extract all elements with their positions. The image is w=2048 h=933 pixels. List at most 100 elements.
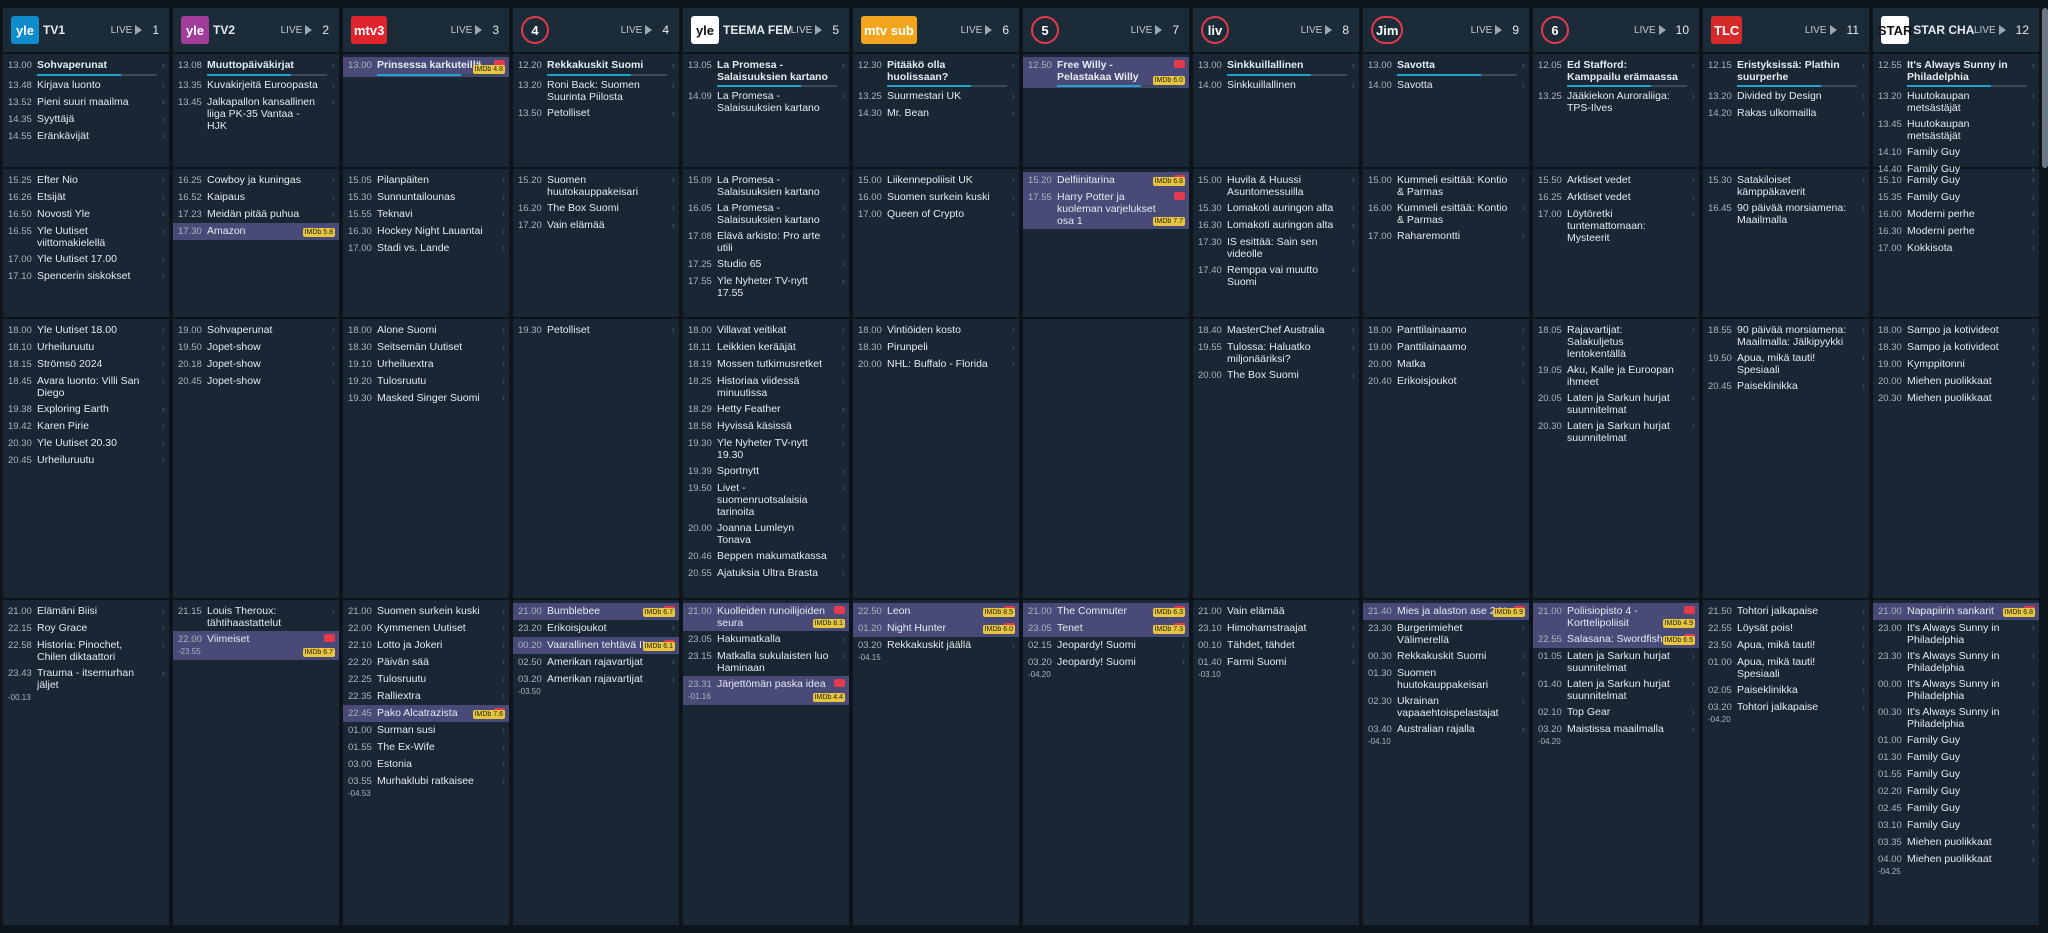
program-item[interactable]: 15.30 Satakiloiset kämppäkaverit › bbox=[1703, 172, 1869, 200]
program-item[interactable]: 17.25 Studio 65 › bbox=[683, 256, 849, 273]
program-item[interactable]: 13.45 Jalkapallon kansallinen liiga PK-35… bbox=[173, 94, 339, 134]
program-item[interactable]: 15.55 Teknavi › bbox=[343, 206, 509, 223]
program-item[interactable]: 22.50 Leon IMDb 8.5 bbox=[853, 603, 1019, 620]
program-item[interactable]: 23.20 Erikoisjoukot › bbox=[513, 620, 679, 637]
program-item[interactable]: 15.20 Delfiinitarina IMDb 6.8 bbox=[1023, 172, 1189, 189]
program-item[interactable]: 13.20 Roni Back: Suomen Suurinta Piilosta… bbox=[513, 77, 679, 105]
program-item[interactable]: 17.10 Spencerin siskokset › bbox=[3, 268, 169, 285]
program-item[interactable]: 16.30 Moderni perhe › bbox=[1873, 223, 2039, 240]
program-item[interactable]: 19.30 Yle Nyheter TV-nytt 19.30 › bbox=[683, 435, 849, 463]
program-item[interactable]: 19.10 Urheiluextra › bbox=[343, 356, 509, 373]
program-item[interactable]: 23.50 Apua, mikä tauti! › bbox=[1703, 637, 1869, 654]
program-item[interactable]: 01.30 Family Guy › bbox=[1873, 749, 2039, 766]
program-item[interactable]: 15.00 Huvila & Huussi Asuntomessuilla › bbox=[1193, 172, 1359, 200]
live-button[interactable]: LIVE bbox=[1301, 25, 1333, 36]
live-button[interactable]: LIVE bbox=[1805, 25, 1837, 36]
program-item[interactable]: 19.00 Kymppitonni › bbox=[1873, 356, 2039, 373]
program-item[interactable]: 21.00 The Commuter IMDb 6.3 bbox=[1023, 603, 1189, 620]
program-item[interactable]: 01.55 Family Guy › bbox=[1873, 766, 2039, 783]
program-item[interactable]: 15.00 Liikennepoliisit UK › bbox=[853, 172, 1019, 189]
program-item[interactable]: 19.55 Tulossa: Haluatko miljonääriksi? › bbox=[1193, 339, 1359, 367]
program-item[interactable]: 18.30 Seitsemän Uutiset › bbox=[343, 339, 509, 356]
program-item[interactable]: 20.18 Jopet-show › bbox=[173, 356, 339, 373]
program-item[interactable]: 13.00 Sinkkuillallinen › bbox=[1193, 57, 1359, 77]
program-item[interactable]: 15.20 Suomen huutokauppakeisari › bbox=[513, 172, 679, 200]
program-item[interactable]: 13.00 Sohvaperunat › bbox=[3, 57, 169, 77]
youtube-icon[interactable] bbox=[834, 679, 845, 687]
program-item[interactable]: 15.30 Sunnuntailounas › bbox=[343, 189, 509, 206]
program-item[interactable]: 15.50 Arktiset vedet › bbox=[1533, 172, 1699, 189]
program-item[interactable]: 18.30 Sampo ja kotivideot › bbox=[1873, 339, 2039, 356]
program-item[interactable]: 16.25 Arktiset vedet › bbox=[1533, 189, 1699, 206]
program-item[interactable]: 17.00 Löytöretki tuntemattomaan: Mysteeri… bbox=[1533, 206, 1699, 246]
program-item[interactable]: 14.00 Savotta › bbox=[1363, 77, 1529, 94]
program-item[interactable]: 16.50 Novosti Yle › bbox=[3, 206, 169, 223]
program-item[interactable]: 13.48 Kirjava luonto › bbox=[3, 77, 169, 94]
program-item[interactable]: 16.55 Yle Uutiset viittomakielellä › bbox=[3, 223, 169, 251]
program-item[interactable]: 22.20 Päivän sää › bbox=[343, 654, 509, 671]
program-item[interactable]: 18.58 Hyvissä käsissä › bbox=[683, 418, 849, 435]
channel-header[interactable]: Jim LIVE 9 bbox=[1363, 8, 1529, 52]
program-item[interactable]: 20.45 Jopet-show › bbox=[173, 373, 339, 390]
program-item[interactable]: 00.00 It's Always Sunny in Philadelphia › bbox=[1873, 676, 2039, 704]
program-item[interactable]: 12.05 Ed Stafford: Kamppailu erämaassa › bbox=[1533, 57, 1699, 88]
program-item[interactable]: 15.35 Family Guy › bbox=[1873, 189, 2039, 206]
channel-header[interactable]: TLC LIVE 11 bbox=[1703, 8, 1869, 52]
program-item[interactable]: 17.23 Meidän pitää puhua › bbox=[173, 206, 339, 223]
program-item[interactable]: 03.20 Maistissa maailmalla -04.20 › bbox=[1533, 721, 1699, 750]
program-item[interactable]: 18.45 Avara luonto: Villi San Diego › bbox=[3, 373, 169, 401]
program-item[interactable]: 20.55 Ajatuksia Ultra Brasta › bbox=[683, 565, 849, 582]
program-item[interactable]: 23.05 Tenet IMDb 7.3 bbox=[1023, 620, 1189, 637]
live-button[interactable]: LIVE bbox=[1634, 25, 1666, 36]
program-item[interactable]: 20.46 Beppen makumatkassa › bbox=[683, 548, 849, 565]
program-item[interactable]: 15.00 Kummeli esittää: Kontio & Parmas › bbox=[1363, 172, 1529, 200]
program-item[interactable]: 20.00 NHL: Buffalo - Florida › bbox=[853, 356, 1019, 373]
program-item[interactable]: 03.00 Estonia › bbox=[343, 756, 509, 773]
program-item[interactable]: 03.20 Amerikan rajavartijat -03.50 › bbox=[513, 671, 679, 700]
program-item[interactable]: 19.42 Karen Pirie › bbox=[3, 418, 169, 435]
program-item[interactable]: 19.00 Panttilainaamo › bbox=[1363, 339, 1529, 356]
program-item[interactable]: 18.05 Rajavartijat: Salakuljetus lentoken… bbox=[1533, 322, 1699, 362]
program-item[interactable]: 17.20 Vain elämää › bbox=[513, 217, 679, 234]
program-item[interactable]: 01.05 Laten ja Sarkun hurjat suunnitelmat… bbox=[1533, 648, 1699, 676]
program-item[interactable]: 18.25 Historiaa viidessä minuutissa › bbox=[683, 373, 849, 401]
program-item[interactable]: 22.58 Historia: Pinochet, Chilen diktaatt… bbox=[3, 637, 169, 665]
program-item[interactable]: 17.08 Elävä arkisto: Pro arte utili › bbox=[683, 228, 849, 256]
youtube-icon[interactable] bbox=[1684, 606, 1695, 614]
program-item[interactable]: 12.55 It's Always Sunny in Philadelphia › bbox=[1873, 57, 2039, 88]
program-item[interactable]: 22.25 Tulosruutu › bbox=[343, 671, 509, 688]
program-item[interactable]: 00.30 Rekkakuskit Suomi › bbox=[1363, 648, 1529, 665]
program-item[interactable]: 19.50 Jopet-show › bbox=[173, 339, 339, 356]
program-item[interactable]: 15.05 Pilanpäiten › bbox=[343, 172, 509, 189]
program-item[interactable]: 18.00 Yle Uutiset 18.00 › bbox=[3, 322, 169, 339]
program-item[interactable]: 23.43 Trauma - itsemurhan jäljet -00.13 › bbox=[3, 665, 169, 706]
program-item[interactable]: 23.30 It's Always Sunny in Philadelphia › bbox=[1873, 648, 2039, 676]
channel-header[interactable]: STARSTAR CHANNELLIVE 12 bbox=[1873, 8, 2039, 52]
live-button[interactable]: LIVE bbox=[281, 25, 313, 36]
program-item[interactable]: 21.00 Napapiirin sankarit IMDb 6.8 bbox=[1873, 603, 2039, 620]
program-item[interactable]: 17.40 Remppa vai muutto Suomi › bbox=[1193, 262, 1359, 290]
program-item[interactable]: 15.25 Efter Nio › bbox=[3, 172, 169, 189]
channel-header[interactable]: mtv sub LIVE 6 bbox=[853, 8, 1019, 52]
program-item[interactable]: 14.30 Mr. Bean › bbox=[853, 105, 1019, 122]
program-item[interactable]: 13.35 Kuvakirjeitä Euroopasta › bbox=[173, 77, 339, 94]
program-item[interactable]: 16.26 Etsijät › bbox=[3, 189, 169, 206]
program-item[interactable]: 19.30 Masked Singer Suomi › bbox=[343, 390, 509, 407]
program-item[interactable]: 02.45 Family Guy › bbox=[1873, 800, 2039, 817]
program-item[interactable]: 12.50 Free Willy - Pelastakaa Willy IMDb 6… bbox=[1023, 57, 1189, 88]
program-item[interactable]: 22.00 Kymmenen Uutiset › bbox=[343, 620, 509, 637]
youtube-icon[interactable] bbox=[324, 634, 335, 642]
program-item[interactable]: 17.00 Yle Uutiset 17.00 › bbox=[3, 251, 169, 268]
program-item[interactable]: 01.00 Surman susi › bbox=[343, 722, 509, 739]
program-item[interactable]: 20.00 Matka › bbox=[1363, 356, 1529, 373]
program-item[interactable]: 03.20 Rekkakuskit jäällä -04.15 › bbox=[853, 637, 1019, 666]
program-item[interactable]: 12.20 Rekkakuskit Suomi › bbox=[513, 57, 679, 77]
program-item[interactable]: 17.00 Raharemontti › bbox=[1363, 228, 1529, 245]
program-item[interactable]: 22.00 Viimeiset -23.55 IMDb 6.7 bbox=[173, 631, 339, 660]
channel-header[interactable]: 4 LIVE 4 bbox=[513, 8, 679, 52]
live-button[interactable]: LIVE bbox=[961, 25, 993, 36]
live-button[interactable]: LIVE bbox=[621, 25, 653, 36]
program-item[interactable]: 01.40 Farmi Suomi -03.10 › bbox=[1193, 654, 1359, 683]
program-item[interactable]: 03.20 Tohtori jalkapaise -04.20 › bbox=[1703, 699, 1869, 728]
program-item[interactable]: 19.30 Petolliset › bbox=[513, 322, 679, 339]
